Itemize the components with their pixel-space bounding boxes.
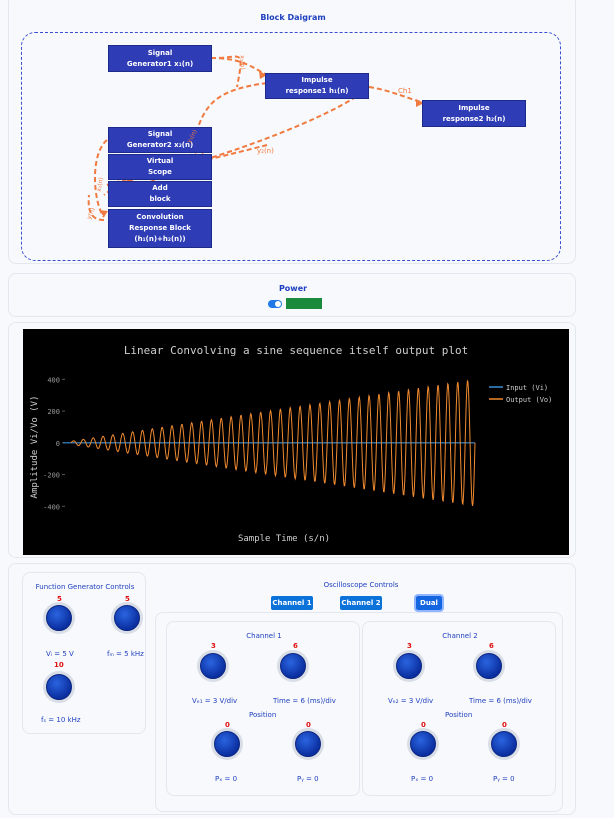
fs-knob-value: 10 bbox=[54, 661, 64, 669]
ch1-py-knob-value: 0 bbox=[306, 721, 311, 729]
power-status: Started bbox=[286, 298, 322, 309]
ch2-py-knob-value: 0 bbox=[502, 721, 507, 729]
block-virtual-scope[interactable]: Virtual Scope bbox=[108, 154, 212, 180]
ch2-position-label: Position bbox=[445, 711, 473, 719]
ch2-time-knob[interactable] bbox=[476, 653, 502, 679]
block-label: Response Block bbox=[129, 224, 191, 232]
power-card: Power Started bbox=[8, 273, 576, 317]
ch1-px-knob-value: 0 bbox=[225, 721, 230, 729]
block-label: Impulse bbox=[458, 103, 490, 112]
vi-knob-value: 5 bbox=[57, 595, 62, 603]
plot-ylabel: Amplitude Vi/Vo (V) bbox=[30, 396, 40, 499]
plot-xlabel: Sample Time (s/n) bbox=[238, 534, 330, 544]
vi-knob[interactable] bbox=[46, 605, 72, 631]
block-label: Generator2 x₂(n) bbox=[126, 141, 194, 149]
channel-1-button[interactable]: Channel 1 bbox=[271, 596, 313, 610]
ch1-py-label: Pᵧ = 0 bbox=[297, 775, 319, 783]
block-signal-generator-1[interactable]: Signal Generator1 x₁(n) bbox=[108, 45, 212, 72]
diagram-wires bbox=[87, 55, 425, 221]
ch1-time-knob-value: 6 bbox=[293, 642, 298, 650]
block-label: Signal bbox=[147, 130, 173, 138]
block-label: Add bbox=[152, 184, 168, 192]
power-toggle[interactable] bbox=[268, 300, 282, 308]
function-generator-panel: Function Generator Controls 5 5 Vᵢ = 5 V… bbox=[22, 572, 146, 734]
block-label: Convolution bbox=[136, 213, 184, 221]
legend-output-label: Output (Vo) bbox=[506, 396, 552, 404]
channel-1-title: Channel 1 bbox=[246, 632, 282, 640]
output-plot: Linear Convolving a sine sequence itself… bbox=[23, 329, 569, 555]
fs-knob[interactable] bbox=[46, 674, 72, 700]
ch2-time-knob-value: 6 bbox=[489, 642, 494, 650]
fm-knob[interactable] bbox=[114, 605, 140, 631]
vi-label: Vᵢ = 5 V bbox=[46, 650, 74, 658]
block-label: Scope bbox=[148, 168, 172, 176]
ch1-time-label: Time = 6 (ms)/div bbox=[273, 697, 336, 705]
channel-2-button[interactable]: Channel 2 bbox=[340, 596, 382, 610]
ch1-position-label: Position bbox=[249, 711, 277, 719]
y-tick-label: 0 bbox=[56, 440, 60, 448]
channel-2-title: Channel 2 bbox=[442, 632, 478, 640]
function-generator-title: Function Generator Controls bbox=[35, 583, 135, 591]
wire-label-y2: y₂(n) bbox=[257, 147, 274, 155]
block-label: Virtual bbox=[146, 157, 174, 165]
ch1-time-knob[interactable] bbox=[280, 653, 306, 679]
dual-button[interactable]: Dual bbox=[414, 594, 444, 612]
block-label: response2 h₂(n) bbox=[442, 114, 506, 123]
ch2-py-label: Pᵧ = 0 bbox=[493, 775, 515, 783]
ch2-volt-knob-value: 3 bbox=[407, 642, 412, 650]
legend-input-label: Input (Vi) bbox=[506, 384, 548, 392]
ch1-volt-knob[interactable] bbox=[200, 653, 226, 679]
block-label: Generator1 x₁(n) bbox=[126, 59, 194, 68]
y-tick-label: -200 bbox=[43, 472, 60, 480]
plot-card: Linear Convolving a sine sequence itself… bbox=[8, 322, 576, 558]
ch1-py-knob[interactable] bbox=[295, 731, 321, 757]
ch2-px-knob-value: 0 bbox=[421, 721, 426, 729]
controls-card: Function Generator Controls 5 5 Vᵢ = 5 V… bbox=[8, 563, 576, 815]
block-impulse-response-1[interactable]: Impulse response1 h₁(n) bbox=[265, 73, 369, 99]
oscilloscope-panel: Channel 1 3 6 Vₑ₁ = 3 V/div Time = 6 (ms… bbox=[155, 612, 563, 812]
block-label: response1 h₁(n) bbox=[285, 87, 349, 95]
channel-1-panel: Channel 1 3 6 Vₑ₁ = 3 V/div Time = 6 (ms… bbox=[166, 621, 360, 796]
ch2-volt-label: Vₑ₂ = 3 V/div bbox=[388, 697, 434, 705]
ch1-volt-label: Vₑ₁ = 3 V/div bbox=[192, 697, 238, 705]
plot-title: Linear Convolving a sine sequence itself… bbox=[124, 344, 468, 357]
ch1-px-knob[interactable] bbox=[214, 731, 240, 757]
y-tick-label: 400 bbox=[47, 376, 60, 384]
wire-label-x1: x₁(n) bbox=[238, 55, 246, 70]
fs-label: fₛ = 10 kHz bbox=[41, 716, 81, 724]
oscilloscope-title: Oscilloscope Controls bbox=[323, 581, 399, 589]
ch1-px-label: Pₓ = 0 bbox=[215, 775, 238, 783]
ch2-time-label: Time = 6 (ms)/div bbox=[469, 697, 532, 705]
y-tick-label: 200 bbox=[47, 408, 60, 416]
wire-label-ch1: Ch1 bbox=[398, 87, 412, 95]
block-label: Signal bbox=[147, 48, 173, 57]
ch1-volt-knob-value: 3 bbox=[211, 642, 216, 650]
power-title: Power bbox=[278, 284, 308, 293]
ch2-py-knob[interactable] bbox=[491, 731, 517, 757]
channel-2-panel: Channel 2 3 6 Vₑ₂ = 3 V/div Time = 6 (ms… bbox=[362, 621, 556, 796]
y-tick-label: -400 bbox=[43, 503, 60, 511]
block-label: Impulse bbox=[301, 76, 333, 84]
block-convolution[interactable]: Convolution Response Block (h₁(n)+h₂(n)) bbox=[108, 209, 212, 248]
fm-knob-value: 5 bbox=[125, 595, 130, 603]
toggle-knob bbox=[275, 301, 281, 307]
block-label: (h₁(n)+h₂(n)) bbox=[134, 235, 186, 243]
block-diagram-card: Block Daigram Signal Generator1 x₁(n) Im… bbox=[8, 0, 576, 264]
block-impulse-response-2[interactable]: Impulse response2 h₂(n) bbox=[422, 100, 526, 127]
ch2-volt-knob[interactable] bbox=[396, 653, 422, 679]
ch2-px-knob[interactable] bbox=[410, 731, 436, 757]
ch2-px-label: Pₓ = 0 bbox=[411, 775, 434, 783]
block-add[interactable]: Add block bbox=[108, 181, 212, 207]
fm-label: fₘ = 5 kHz bbox=[107, 650, 144, 658]
block-label: block bbox=[149, 195, 171, 203]
